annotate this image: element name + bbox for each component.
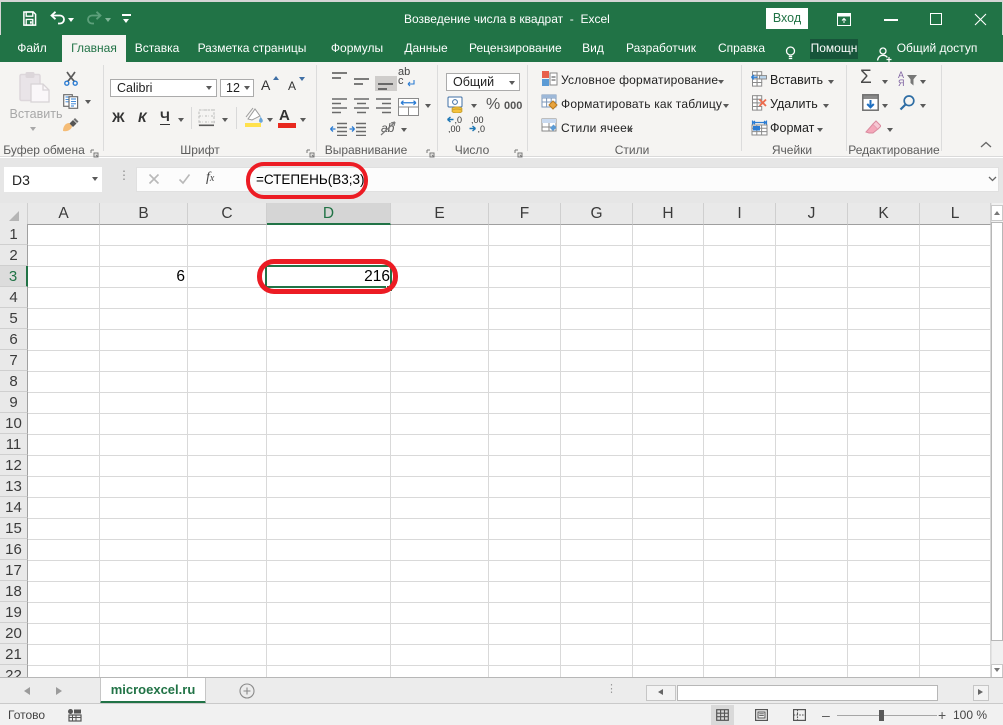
svg-text:,00: ,00 xyxy=(448,124,461,133)
svg-text:,0: ,0 xyxy=(478,124,486,133)
